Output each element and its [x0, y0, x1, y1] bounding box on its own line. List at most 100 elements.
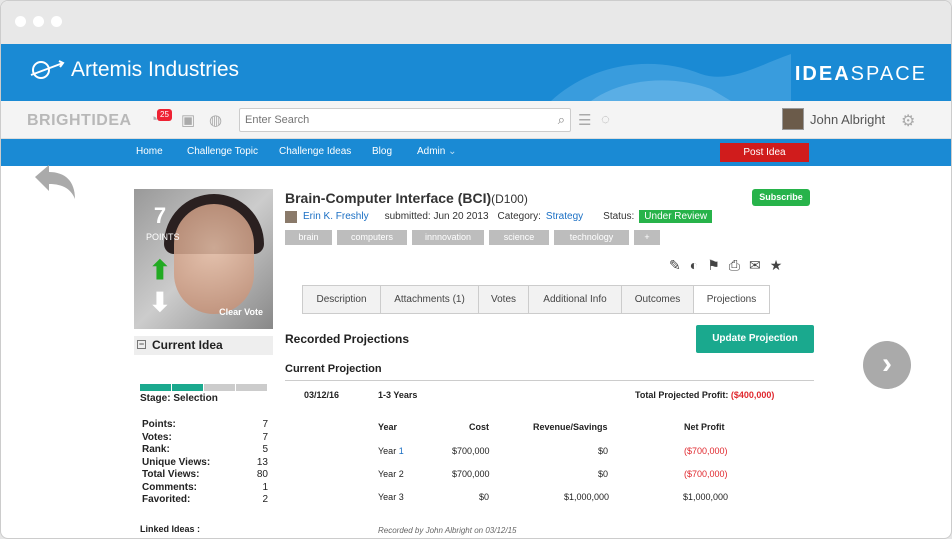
idea-image: 7 POINTS ⬆ ⬇ Clear Vote	[134, 189, 273, 329]
tab-projections[interactable]: Projections	[693, 285, 770, 314]
contrast-icon[interactable]: ◐	[690, 257, 698, 274]
recorded-projections-heading: Recorded Projections	[285, 332, 410, 346]
tag[interactable]: computers	[337, 230, 407, 245]
divider	[285, 380, 814, 381]
stat-value: 7	[262, 419, 268, 430]
banner-decoration	[551, 54, 791, 101]
window-chrome	[1, 1, 951, 44]
table-cell-net: $1,000,000	[683, 492, 729, 502]
stat-row: Total Views: 80	[142, 469, 268, 482]
nav-challenge-ideas[interactable]: Challenge Ideas	[279, 146, 351, 157]
tag[interactable]: technology	[554, 230, 629, 245]
col-header-year: Year	[378, 422, 398, 432]
stat-row: Favorited: 2	[142, 494, 268, 507]
nav-challenge-topic[interactable]: Challenge Topic	[187, 146, 258, 157]
list-icon[interactable]: ☰	[578, 111, 591, 129]
tab-votes[interactable]: Votes	[478, 285, 528, 314]
total-label: Total Projected Profit:	[635, 390, 729, 400]
tag[interactable]: science	[489, 230, 549, 245]
tag[interactable]: brain	[285, 230, 332, 245]
idea-title: Brain-Computer Interface (BCI)(D100)	[285, 190, 528, 206]
window-dot[interactable]	[51, 16, 62, 27]
avatar	[782, 108, 804, 130]
ideaspace-logo-a: IDEA	[794, 63, 851, 85]
print-icon[interactable]: ⎙	[729, 257, 740, 274]
subscribe-button[interactable]: Subscribe	[752, 189, 810, 206]
clear-vote-link[interactable]: Clear Vote	[219, 307, 263, 317]
stage-progress	[140, 384, 267, 391]
vote-down-icon[interactable]: ⬇	[149, 287, 171, 318]
stat-value: 5	[262, 444, 268, 455]
table-cell-revenue: $0	[598, 446, 609, 456]
projection-range: 1-3 Years	[378, 390, 418, 400]
messages-icon[interactable]: ▣	[181, 111, 195, 129]
stat-key: Rank:	[142, 444, 170, 455]
category-link[interactable]: Strategy	[546, 211, 583, 222]
next-idea-button[interactable]: ›	[863, 341, 911, 389]
year-num: 2	[398, 469, 404, 479]
stat-value: 1	[262, 481, 268, 493]
brightidea-logo[interactable]: BRIGHTIDEA	[27, 112, 132, 130]
idea-stats: Points: 7 Votes: 7 Rank: 5 Unique Views: 13 …	[142, 419, 268, 507]
nav-blog[interactable]: Blog	[372, 146, 392, 157]
main-nav: Home Challenge Topic Challenge Ideas Blo…	[1, 139, 951, 166]
year-label: Year	[378, 446, 399, 456]
col-header-revenue: Revenue/Savings	[533, 422, 608, 432]
total-projected-profit: Total Projected Profit: ($400,000)	[635, 390, 774, 400]
table-cell-year: Year 1	[378, 446, 404, 456]
user-menu[interactable]: John Albright	[782, 108, 885, 130]
browser-window: Artemis Industries IDEASPACE BRIGHTIDEA …	[0, 0, 952, 539]
col-header-cost: Cost	[469, 422, 489, 432]
back-arrow-icon[interactable]	[31, 159, 79, 205]
stat-key: Total Views:	[142, 469, 200, 480]
nav-home[interactable]: Home	[136, 146, 163, 157]
vote-up-icon[interactable]: ⬆	[149, 255, 171, 286]
tab-outcomes[interactable]: Outcomes	[621, 285, 693, 314]
globe-icon[interactable]: ◍	[209, 111, 222, 129]
stat-key: Favorited:	[142, 494, 191, 505]
search-input[interactable]	[240, 109, 540, 131]
current-idea-header[interactable]: − Current Idea	[134, 336, 273, 355]
projection-date: 03/12/16	[304, 390, 340, 400]
header-banner: Artemis Industries IDEASPACE	[1, 44, 951, 101]
post-idea-button[interactable]: Post Idea	[720, 143, 809, 162]
add-tag-button[interactable]: +	[634, 230, 660, 245]
photo-face	[174, 204, 254, 314]
idea-id: (D100)	[491, 192, 528, 206]
chat-icon[interactable]: ◌	[601, 111, 610, 128]
stat-value: 2	[262, 494, 268, 505]
flag-icon[interactable]: ⚑	[707, 257, 720, 274]
stat-row: Comments: 1	[142, 482, 268, 495]
window-dot[interactable]	[33, 16, 44, 27]
stat-key: Unique Views:	[142, 456, 211, 468]
table-cell-cost: $700,000	[452, 469, 490, 479]
chevron-right-icon: ›	[882, 347, 892, 380]
year-num: 3	[398, 492, 404, 502]
stat-value: 7	[262, 431, 268, 443]
status-label: Status:	[603, 211, 635, 222]
company-logo[interactable]: Artemis Industries	[29, 58, 239, 82]
table-cell-cost: $700,000	[452, 446, 490, 456]
stat-key: Votes:	[142, 431, 172, 443]
table-cell-cost: $0	[479, 492, 490, 502]
email-icon[interactable]: ✉	[749, 257, 761, 274]
edit-icon[interactable]: ✎	[669, 257, 681, 274]
year-link[interactable]: 1	[399, 446, 404, 456]
year-label: Year	[378, 469, 399, 479]
author-link[interactable]: Erin K. Freshly	[303, 211, 369, 222]
tab-attachments[interactable]: Attachments (1)	[380, 285, 478, 314]
search-icon[interactable]: ⌕	[558, 112, 565, 128]
total-value: ($400,000)	[730, 390, 775, 400]
tab-description[interactable]: Description	[302, 285, 380, 314]
update-projection-button[interactable]: Update Projection	[696, 325, 814, 353]
tag[interactable]: innnovation	[412, 230, 484, 245]
window-dot[interactable]	[15, 16, 26, 27]
tab-additional-info[interactable]: Additional Info	[528, 285, 621, 314]
points-count: 7	[153, 203, 167, 228]
tag-list: brain computers innnovation science tech…	[285, 230, 660, 245]
nav-admin[interactable]: Admin ⌄	[417, 146, 457, 157]
linked-ideas-label: Linked Ideas :	[140, 524, 201, 534]
settings-gear-icon[interactable]: ⚙	[901, 111, 915, 131]
star-icon[interactable]: ★	[770, 257, 783, 274]
collapse-icon[interactable]: −	[137, 340, 146, 349]
